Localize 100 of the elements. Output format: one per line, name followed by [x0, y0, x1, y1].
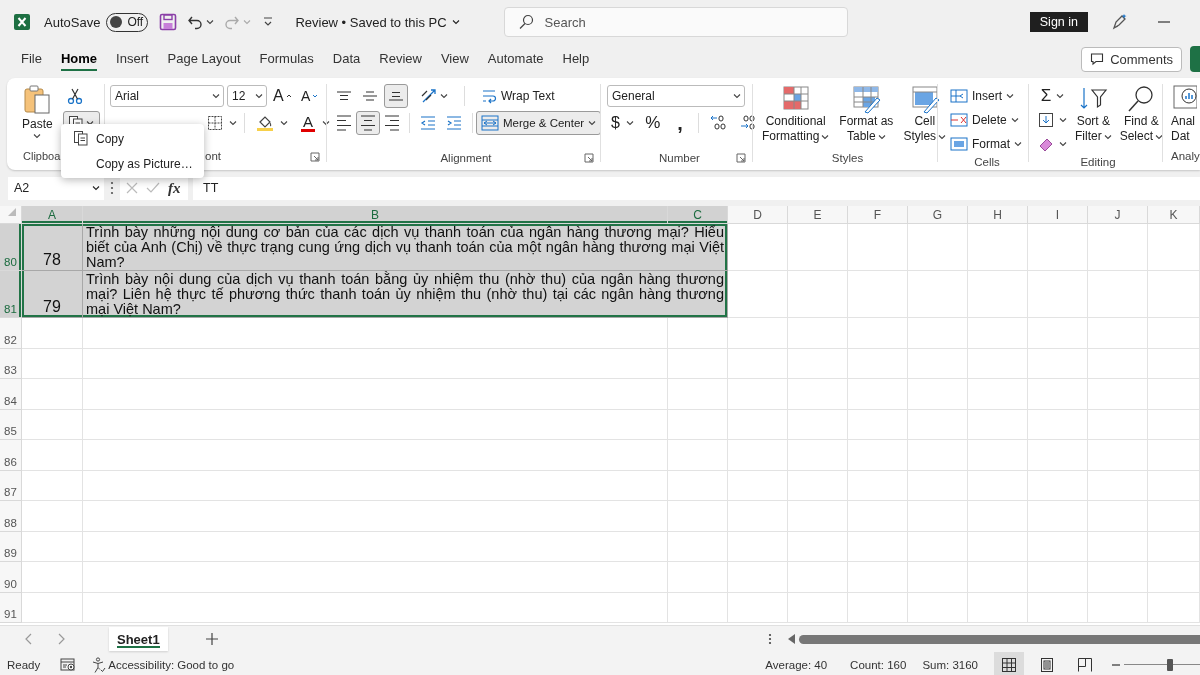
scroll-left-icon[interactable] [787, 634, 795, 644]
macro-recording-icon[interactable] [60, 657, 77, 672]
caret-icon[interactable] [877, 132, 886, 141]
zoom-slider-thumb[interactable] [1166, 658, 1173, 671]
name-box[interactable]: A2 [8, 176, 104, 200]
menu-tab[interactable]: Help [553, 47, 599, 71]
column-header[interactable]: K [1148, 206, 1200, 224]
row-header[interactable]: 82 [0, 318, 22, 349]
column-header[interactable]: J [1088, 206, 1148, 224]
sign-in-button[interactable]: Sign in [1029, 12, 1088, 32]
accessibility-status[interactable]: Accessibility: Good to go [108, 658, 235, 671]
caret-icon[interactable] [322, 119, 330, 127]
caret-icon[interactable] [280, 119, 288, 127]
menu-tab[interactable]: Page Layout [158, 47, 250, 71]
column-header[interactable]: G [908, 206, 968, 224]
insert-function-button[interactable]: fx [168, 179, 181, 197]
row-header[interactable]: 83 [0, 348, 22, 379]
pen-icon[interactable] [1110, 13, 1128, 31]
caret-icon[interactable] [92, 184, 100, 192]
column-header[interactable]: B [83, 206, 668, 224]
caret-icon[interactable] [588, 119, 597, 127]
search-field[interactable]: Search [503, 7, 848, 37]
column-header[interactable]: F [848, 206, 908, 224]
increase-font-size-button[interactable]: A [270, 84, 295, 108]
sheet-tab[interactable]: Sheet1 [109, 627, 168, 651]
menu-tab[interactable]: Insert [107, 47, 158, 71]
caret-icon[interactable] [1056, 92, 1065, 100]
caret-icon[interactable] [1059, 140, 1067, 148]
find-select-button[interactable]: Find & Select [1115, 84, 1168, 156]
caret-icon[interactable] [1103, 132, 1112, 141]
menu-tab[interactable]: Formulas [250, 47, 323, 71]
caret-icon[interactable] [451, 18, 460, 26]
row-header[interactable]: 89 [0, 531, 22, 562]
menu-tab[interactable]: Data [323, 47, 370, 71]
caret-icon[interactable] [1014, 140, 1022, 148]
accessibility-icon[interactable] [92, 656, 107, 673]
caret-icon[interactable] [206, 18, 215, 26]
column-header[interactable]: C [668, 206, 728, 224]
styles-button[interactable]: Format as Table [835, 84, 898, 150]
save-icon[interactable] [159, 13, 178, 31]
quick-access-menu-icon[interactable] [263, 16, 274, 28]
menu-tab[interactable]: Automate [478, 47, 553, 71]
font-name-dropdown[interactable]: Arial [110, 85, 224, 107]
row-header[interactable]: 86 [0, 440, 22, 471]
currency-button[interactable]: $ [607, 111, 638, 135]
row-header[interactable]: 84 [0, 379, 22, 410]
caret-icon[interactable] [625, 119, 634, 127]
dialog-launcher-icon[interactable] [736, 153, 746, 163]
column-header[interactable]: A [22, 206, 83, 224]
analyze-data-button[interactable]: Anal Dat [1168, 84, 1197, 150]
styles-button[interactable]: Conditional Formatting [758, 84, 834, 150]
caret-icon[interactable] [229, 119, 237, 127]
column-header[interactable]: I [1028, 206, 1088, 224]
row-header[interactable]: 80 [0, 224, 22, 271]
menu-tab[interactable]: File [12, 47, 51, 71]
caret-icon[interactable] [33, 132, 42, 140]
next-sheet-icon[interactable] [57, 633, 65, 645]
row-header[interactable]: 85 [0, 409, 22, 440]
undo-icon[interactable] [187, 14, 204, 30]
number-format-dropdown[interactable]: General [607, 85, 745, 107]
caret-icon[interactable] [1155, 132, 1164, 141]
percent-button[interactable]: % [640, 111, 665, 135]
menu-tab[interactable]: Review [370, 47, 431, 71]
dialog-launcher-icon[interactable] [584, 153, 594, 163]
menu-item[interactable]: Copy [61, 126, 204, 151]
menu-tab[interactable]: View [431, 47, 478, 71]
font-size-dropdown[interactable]: 12 [227, 85, 267, 107]
more-options-icon[interactable] [767, 633, 772, 645]
caret-icon[interactable] [212, 92, 220, 100]
decrease-font-size-button[interactable]: A [297, 84, 322, 108]
menu-item[interactable]: Copy as Picture… [61, 151, 204, 176]
horizontal-align-button[interactable] [356, 111, 380, 135]
font-color-button[interactable]: A [296, 111, 320, 135]
horizontal-scrollbar[interactable] [798, 634, 1200, 644]
document-title-button[interactable]: Review • Saved to this PC [295, 14, 460, 30]
caret-icon[interactable] [1010, 116, 1019, 124]
comments-button[interactable]: Comments [1081, 46, 1182, 72]
caret-icon[interactable] [938, 132, 947, 141]
column-header[interactable]: E [788, 206, 848, 224]
autosum-button[interactable]: Σ [1034, 84, 1071, 108]
toolbar-button[interactable] [1190, 46, 1200, 72]
caret-icon[interactable] [255, 92, 263, 100]
caret-icon[interactable] [440, 92, 448, 100]
row-header[interactable]: 90 [0, 562, 22, 593]
comma-style-button[interactable]: , [667, 111, 692, 135]
caret-icon[interactable] [821, 132, 830, 141]
merge-and-center-button[interactable]: Merge & Center [476, 111, 602, 135]
row-header[interactable]: 81 [0, 271, 22, 318]
wrap-text-button[interactable]: Wrap Text [477, 84, 559, 108]
paste-button[interactable]: Paste [18, 84, 57, 150]
caret-icon[interactable] [733, 92, 741, 100]
more-options-icon[interactable] [110, 181, 114, 195]
column-header[interactable]: D [728, 206, 788, 224]
row-header[interactable]: 88 [0, 501, 22, 532]
row-header[interactable]: 91 [0, 592, 22, 623]
caret-icon[interactable] [1059, 116, 1067, 124]
sort-filter-button[interactable]: Sort & Filter [1071, 84, 1116, 156]
row-header[interactable]: 87 [0, 470, 22, 501]
view-button[interactable] [994, 652, 1024, 675]
previous-sheet-icon[interactable] [25, 633, 33, 645]
